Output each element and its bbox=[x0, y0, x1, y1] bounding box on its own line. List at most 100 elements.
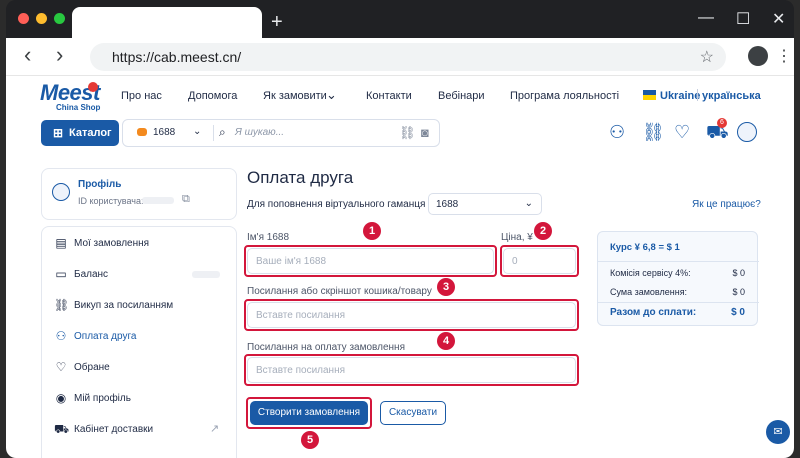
heart-icon: ♡ bbox=[55, 360, 67, 374]
truck-icon: ⛟ bbox=[54, 422, 70, 436]
browser-toolbar: ‹ › https://cab.meest.cn/ ☆ ⋮ bbox=[6, 38, 794, 76]
page-title: Оплата друга bbox=[247, 168, 354, 187]
link-icon[interactable]: ⛓ bbox=[642, 122, 665, 143]
forward-icon[interactable]: › bbox=[56, 42, 63, 68]
highlight-create-button bbox=[246, 397, 372, 429]
catalog-button[interactable]: ⊞ Каталог bbox=[41, 120, 119, 146]
exchange-rate: Курс ¥ 6,8 = $ 1 bbox=[610, 242, 680, 253]
wallet-icon: ▭ bbox=[55, 267, 67, 281]
fee-label: Комісія сервісу 4%: bbox=[610, 268, 691, 278]
step-marker-5: 5 bbox=[301, 431, 319, 449]
profile-avatar-icon bbox=[52, 183, 70, 201]
balance-value bbox=[192, 271, 220, 278]
order-sum-label: Сума замовлення: bbox=[610, 287, 688, 297]
source-1688-icon bbox=[137, 128, 147, 136]
user-icon: ◉ bbox=[55, 391, 67, 405]
step-marker-1: 1 bbox=[363, 222, 381, 240]
chevron-down-icon: ⌄ bbox=[524, 198, 533, 209]
zoom-window-dot[interactable] bbox=[54, 13, 65, 24]
summary-divider bbox=[598, 261, 759, 262]
cart-count-badge: 6 bbox=[717, 118, 727, 128]
menu-how-to-order[interactable]: Як замовити bbox=[263, 90, 327, 102]
ukraine-flag-icon bbox=[643, 90, 656, 100]
menu-about[interactable]: Про нас bbox=[121, 90, 162, 102]
browser-menu-icon[interactable]: ⋮ bbox=[776, 46, 792, 66]
logo-subtitle: China Shop bbox=[56, 103, 101, 112]
account-icon[interactable] bbox=[748, 46, 768, 66]
users-icon: ⚇ bbox=[55, 329, 67, 343]
price-label: Ціна, ¥ bbox=[501, 232, 533, 243]
total-value: $ 0 bbox=[731, 307, 745, 318]
catalog-label: Каталог bbox=[69, 127, 112, 139]
wallet-select-value: 1688 bbox=[436, 199, 459, 210]
external-link-icon: ↗ bbox=[210, 423, 220, 435]
bookmark-star-icon[interactable]: ☆ bbox=[700, 47, 714, 67]
sidebar-item-orders[interactable]: ▤ Мої замовлення bbox=[42, 231, 238, 259]
country-selector[interactable]: Ukraine bbox=[660, 90, 700, 102]
menu-help[interactable]: Допомога bbox=[188, 90, 237, 102]
close-window-dot[interactable] bbox=[18, 13, 29, 24]
chevron-down-icon[interactable]: ⌄ bbox=[326, 87, 337, 103]
sidebar-item-my-profile[interactable]: ◉ Мій профіль bbox=[42, 386, 238, 414]
copy-icon[interactable]: ⧉ bbox=[182, 193, 190, 206]
search-divider bbox=[213, 125, 214, 141]
link-icon[interactable]: ⛓ bbox=[399, 125, 416, 141]
highlight-price bbox=[500, 245, 579, 277]
sidebar-item-label: Кабінет доставки bbox=[74, 424, 154, 435]
orders-icon: ▤ bbox=[55, 236, 67, 250]
sidebar-item-favorites[interactable]: ♡ Обране bbox=[42, 355, 238, 383]
logo-mark-icon bbox=[88, 82, 98, 92]
maximize-icon[interactable]: ☐ bbox=[736, 9, 750, 29]
chat-icon[interactable]: ✉ bbox=[766, 420, 790, 444]
highlight-name bbox=[244, 245, 497, 277]
web-page: Meest China Shop Про нас Допомога Як зам… bbox=[6, 76, 794, 458]
sidebar-item-link-purchase[interactable]: ⛓ Викуп за посиланням bbox=[42, 293, 238, 321]
search-source-select[interactable]: 1688 bbox=[153, 127, 175, 138]
highlight-cart-link bbox=[244, 299, 579, 331]
grid-icon: ⊞ bbox=[53, 126, 64, 140]
menu-loyalty[interactable]: Програма лояльності bbox=[510, 90, 619, 102]
new-tab-button[interactable]: + bbox=[271, 12, 283, 32]
highlight-payment-link bbox=[244, 354, 579, 386]
menu-contacts[interactable]: Контакти bbox=[366, 90, 412, 102]
step-marker-2: 2 bbox=[534, 222, 552, 240]
step-marker-3: 3 bbox=[437, 278, 455, 296]
user-id-value bbox=[142, 197, 174, 204]
sidebar-item-delivery[interactable]: ⛟ Кабінет доставки ↗ bbox=[42, 417, 238, 445]
cart-link-label: Посилання або скріншот кошика/товару bbox=[247, 286, 432, 297]
wallet-label: Для поповнення віртуального гаманця bbox=[247, 199, 426, 210]
sidebar-item-label: Оплата друга bbox=[74, 331, 137, 342]
total-label: Разом до сплати: bbox=[610, 307, 697, 318]
url-text[interactable]: https://cab.meest.cn/ bbox=[112, 49, 241, 65]
minimize-window-dot[interactable] bbox=[36, 13, 47, 24]
close-icon[interactable]: ✕ bbox=[772, 9, 785, 29]
heart-icon[interactable]: ♡ bbox=[674, 122, 690, 143]
summary-divider bbox=[598, 302, 759, 303]
camera-icon[interactable]: ◙ bbox=[421, 125, 429, 140]
wallet-select[interactable]: 1688 ⌄ bbox=[428, 193, 542, 215]
payment-link-label: Посилання на оплату замовлення bbox=[247, 342, 405, 353]
minimize-icon[interactable]: — bbox=[698, 9, 714, 27]
address-bar[interactable]: https://cab.meest.cn/ ☆ bbox=[90, 43, 726, 71]
step-marker-4: 4 bbox=[437, 332, 455, 350]
name-label: Ім'я 1688 bbox=[247, 232, 290, 243]
sidebar-menu: ▤ Мої замовлення ▭ Баланс ⛓ Викуп за пос… bbox=[41, 226, 237, 458]
profile-title[interactable]: Профіль bbox=[78, 179, 121, 190]
chevron-down-icon[interactable]: ⌄ bbox=[193, 126, 201, 137]
sidebar-item-friend-payment[interactable]: ⚇ Оплата друга bbox=[42, 324, 238, 352]
cancel-button[interactable]: Скасувати bbox=[380, 401, 446, 425]
lang-divider bbox=[697, 89, 698, 101]
search-icon: ⌕ bbox=[219, 125, 226, 139]
sidebar-item-label: Баланс bbox=[74, 269, 109, 280]
sidebar-item-balance[interactable]: ▭ Баланс bbox=[42, 262, 238, 290]
browser-tab[interactable] bbox=[72, 7, 262, 39]
sidebar-item-label: Обране bbox=[74, 362, 110, 373]
how-it-works-link[interactable]: Як це працює? bbox=[692, 199, 761, 210]
search-input[interactable]: Я шукаю... bbox=[235, 127, 284, 138]
language-selector[interactable]: українська bbox=[702, 90, 761, 102]
back-icon[interactable]: ‹ bbox=[24, 42, 31, 68]
menu-webinars[interactable]: Вебінари bbox=[438, 90, 485, 102]
user-avatar-icon[interactable] bbox=[737, 122, 757, 142]
users-icon[interactable]: ⚇ bbox=[609, 122, 625, 143]
browser-window: + — ☐ ✕ ‹ › https://cab.meest.cn/ ☆ ⋮ Me… bbox=[6, 0, 794, 458]
